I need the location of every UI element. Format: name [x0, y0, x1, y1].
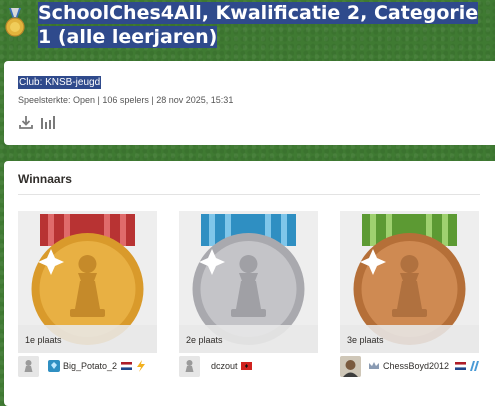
bar-chart-icon[interactable] [40, 114, 56, 130]
place-label-first: 1e plaats [25, 335, 62, 345]
avatar[interactable] [18, 356, 39, 377]
photo-avatar-icon [340, 356, 361, 377]
avatar[interactable] [179, 356, 200, 377]
club-link[interactable]: Club: KNSB-jeugd [18, 76, 102, 89]
player-name[interactable]: Big_Potato_2 [63, 361, 117, 371]
page-header: SchoolChes4All, Kwalificatie 2, Categori… [0, 0, 495, 52]
place-label-second: 2e plaats [186, 335, 223, 345]
podium-second[interactable]: 2e plaats [179, 211, 318, 353]
nl-flag-icon [121, 362, 132, 370]
nl-flag-icon [455, 362, 466, 370]
diamond-icon [48, 360, 60, 372]
download-icon[interactable] [18, 114, 34, 130]
podium-third[interactable]: 3e plaats [340, 211, 479, 353]
divider [18, 194, 480, 195]
page-title: SchoolChes4All, Kwalificatie 2, Categori… [38, 2, 479, 48]
place-label-third: 3e plaats [347, 335, 384, 345]
tournament-info-card: Club: KNSB-jeugd Speelsterkte: Open | 10… [4, 61, 495, 145]
tournament-meta: Speelsterkte: Open | 106 spelers | 28 no… [18, 95, 234, 105]
winners-heading: Winnaars [18, 172, 72, 186]
player-name[interactable]: dczout [211, 361, 238, 371]
al-flag-icon [241, 362, 252, 370]
lightning-icon [137, 360, 145, 372]
medal-icon [5, 8, 25, 37]
pawn-avatar-icon [179, 356, 200, 377]
winner-third[interactable]: ChessBoyd2012 [340, 356, 490, 378]
winner-first[interactable]: Big_Potato_2 [18, 356, 157, 378]
stripes-icon [470, 361, 479, 371]
player-name[interactable]: ChessBoyd2012 [383, 361, 449, 371]
pawn-avatar-icon [18, 356, 39, 377]
winners-card: Winnaars 1e plaats Big_Potato_2 2e plaat… [4, 161, 495, 406]
avatar[interactable] [340, 356, 361, 377]
crown-icon [369, 362, 379, 369]
winner-second[interactable]: dczout [179, 356, 318, 378]
podium-first[interactable]: 1e plaats [18, 211, 157, 353]
